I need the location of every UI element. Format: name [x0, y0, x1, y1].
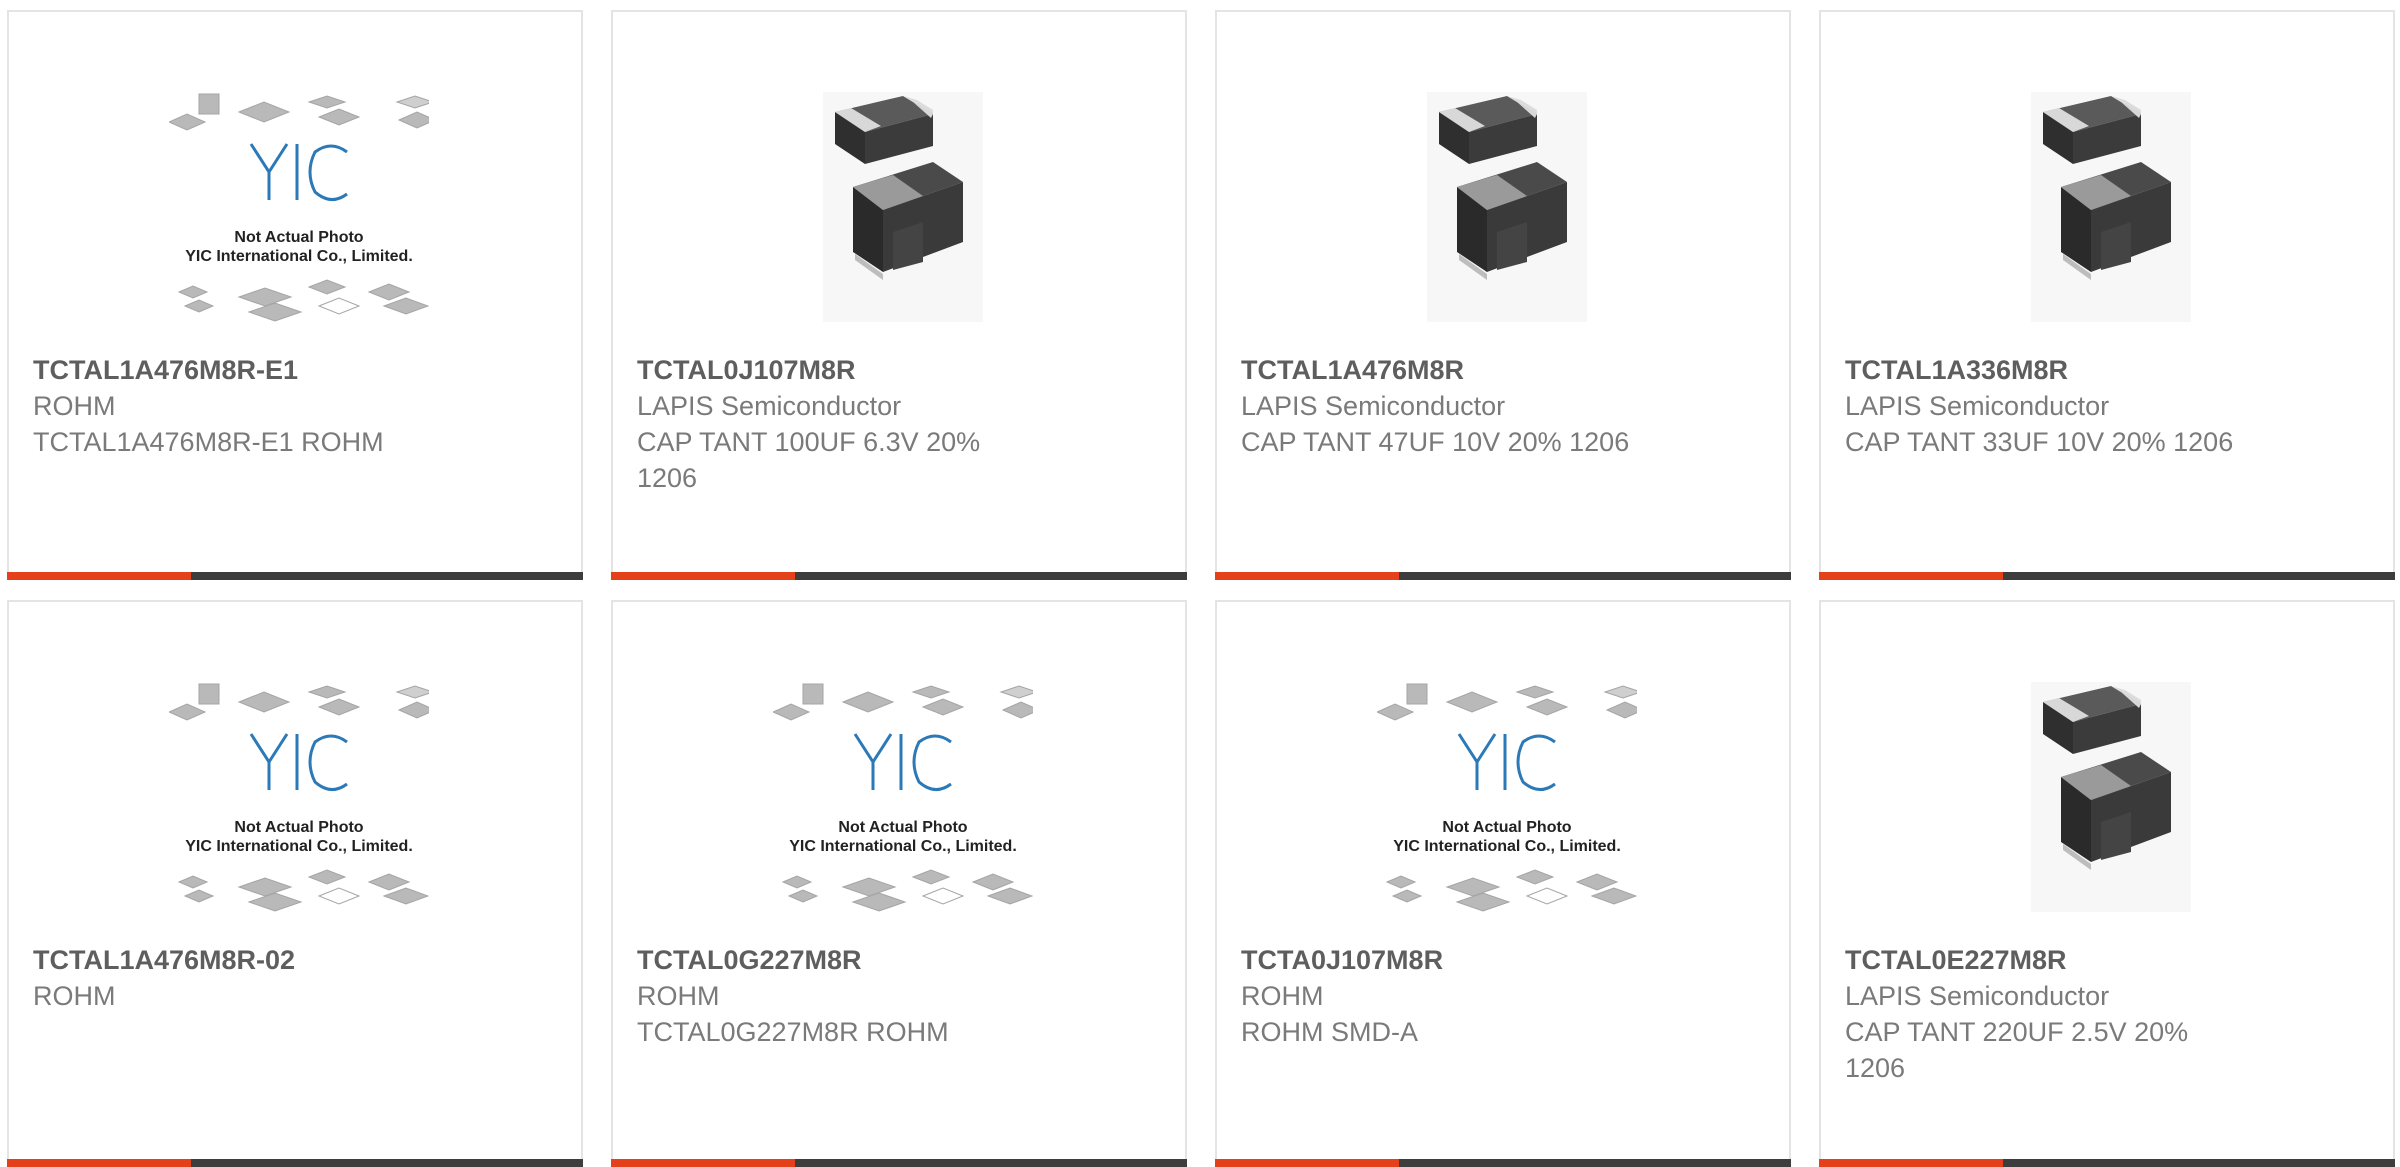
tantalum-chip-image: [2031, 682, 2191, 912]
svg-text:YIC International Co., Limited: YIC International Co., Limited.: [1393, 838, 1621, 855]
placeholder-image: Not Actual Photo YIC International Co., …: [169, 93, 429, 322]
svg-text:YIC International Co., Limited: YIC International Co., Limited.: [185, 248, 413, 265]
svg-text:Not Actual Photo: Not Actual Photo: [234, 229, 363, 246]
part-number-link[interactable]: TCTAL1A476M8R-02: [33, 942, 453, 978]
product-description: CAP TANT 33UF 10V 20% 1206: [1845, 427, 2234, 457]
product-image[interactable]: Not Actual Photo YIC International Co., …: [169, 92, 429, 322]
product-info: TCTAL1A476M8R-E1 ROHM TCTAL1A476M8R-E1 R…: [33, 352, 453, 460]
product-image[interactable]: [1377, 92, 1637, 322]
product-description: CAP TANT 220UF 2.5V 20% 1206: [1845, 1017, 2189, 1083]
manufacturer-name: LAPIS Semiconductor: [1845, 981, 2110, 1011]
manufacturer-name: ROHM: [1241, 981, 1324, 1011]
part-number-link[interactable]: TCTAL1A476M8R-E1: [33, 352, 453, 388]
card-accent-bar: [1215, 572, 1791, 580]
product-description: CAP TANT 47UF 10V 20% 1206: [1241, 427, 1630, 457]
manufacturer-name: ROHM: [33, 981, 116, 1011]
svg-text:YIC International Co., Limited: YIC International Co., Limited.: [185, 838, 413, 855]
part-number-link[interactable]: TCTAL1A476M8R: [1241, 352, 1661, 388]
product-description: TCTAL1A476M8R-E1 ROHM: [33, 427, 384, 457]
card-accent-bar: [611, 1159, 1187, 1167]
card-accent-bar: [1819, 572, 2395, 580]
product-card[interactable]: TCTAL1A336M8R LAPIS Semiconductor CAP TA…: [1819, 10, 2395, 580]
manufacturer-name: LAPIS Semiconductor: [1845, 391, 2110, 421]
placeholder-image: Not Actual Photo YIC International Co., …: [169, 683, 429, 912]
card-accent-bar: [1819, 1159, 2395, 1167]
product-card[interactable]: Not Actual Photo YIC International Co., …: [1215, 600, 1791, 1167]
product-info: TCTAL1A476M8R LAPIS Semiconductor CAP TA…: [1241, 352, 1661, 460]
product-card[interactable]: TCTAL1A476M8R LAPIS Semiconductor CAP TA…: [1215, 10, 1791, 580]
part-number-link[interactable]: TCTA0J107M8R: [1241, 942, 1661, 978]
part-number-link[interactable]: TCTAL1A336M8R: [1845, 352, 2265, 388]
manufacturer-name: LAPIS Semiconductor: [1241, 391, 1506, 421]
product-info: TCTAL0G227M8R ROHM TCTAL0G227M8R ROHM: [637, 942, 1057, 1050]
card-accent-bar: [611, 572, 1187, 580]
manufacturer-name: ROHM: [33, 391, 116, 421]
placeholder-image: Not Actual Photo YIC International Co., …: [1377, 683, 1637, 912]
product-description: TCTAL0G227M8R ROHM: [637, 1017, 949, 1047]
product-info: TCTAL0J107M8R LAPIS Semiconductor CAP TA…: [637, 352, 1057, 496]
product-description: ROHM SMD-A: [1241, 1017, 1418, 1047]
manufacturer-name: LAPIS Semiconductor: [637, 391, 902, 421]
tantalum-chip-image: [823, 92, 983, 322]
placeholder-image: Not Actual Photo YIC International Co., …: [773, 683, 1033, 912]
part-number-link[interactable]: TCTAL0E227M8R: [1845, 942, 2265, 978]
product-grid: Not Actual Photo YIC International Co., …: [0, 0, 2400, 1167]
product-image[interactable]: Not Actual Photo YIC International Co., …: [1377, 682, 1637, 912]
tantalum-chip-image: [2031, 92, 2191, 322]
product-card[interactable]: Not Actual Photo YIC International Co., …: [7, 600, 583, 1167]
card-accent-bar: [1215, 1159, 1791, 1167]
product-card[interactable]: Not Actual Photo YIC International Co., …: [611, 600, 1187, 1167]
card-accent-bar: [7, 1159, 583, 1167]
part-number-link[interactable]: TCTAL0J107M8R: [637, 352, 1057, 388]
part-number-link[interactable]: TCTAL0G227M8R: [637, 942, 1057, 978]
product-image[interactable]: [1981, 92, 2241, 322]
product-info: TCTAL1A336M8R LAPIS Semiconductor CAP TA…: [1845, 352, 2265, 460]
product-image[interactable]: [1981, 682, 2241, 912]
product-card[interactable]: TCTAL0J107M8R LAPIS Semiconductor CAP TA…: [611, 10, 1187, 580]
manufacturer-name: ROHM: [637, 981, 720, 1011]
product-info: TCTAL1A476M8R-02 ROHM: [33, 942, 453, 1014]
card-accent-bar: [7, 572, 583, 580]
product-image[interactable]: [773, 92, 1033, 322]
svg-text:Not Actual Photo: Not Actual Photo: [838, 819, 967, 836]
tantalum-chip-image: [1427, 92, 1587, 322]
product-image[interactable]: Not Actual Photo YIC International Co., …: [773, 682, 1033, 912]
product-image[interactable]: Not Actual Photo YIC International Co., …: [169, 682, 429, 912]
svg-text:YIC International Co., Limited: YIC International Co., Limited.: [789, 838, 1017, 855]
svg-text:Not Actual Photo: Not Actual Photo: [1442, 819, 1571, 836]
product-card[interactable]: TCTAL0E227M8R LAPIS Semiconductor CAP TA…: [1819, 600, 2395, 1167]
product-info: TCTA0J107M8R ROHM ROHM SMD-A: [1241, 942, 1661, 1050]
svg-text:Not Actual Photo: Not Actual Photo: [234, 819, 363, 836]
product-description: CAP TANT 100UF 6.3V 20% 1206: [637, 427, 981, 493]
product-info: TCTAL0E227M8R LAPIS Semiconductor CAP TA…: [1845, 942, 2265, 1086]
product-card[interactable]: Not Actual Photo YIC International Co., …: [7, 10, 583, 580]
